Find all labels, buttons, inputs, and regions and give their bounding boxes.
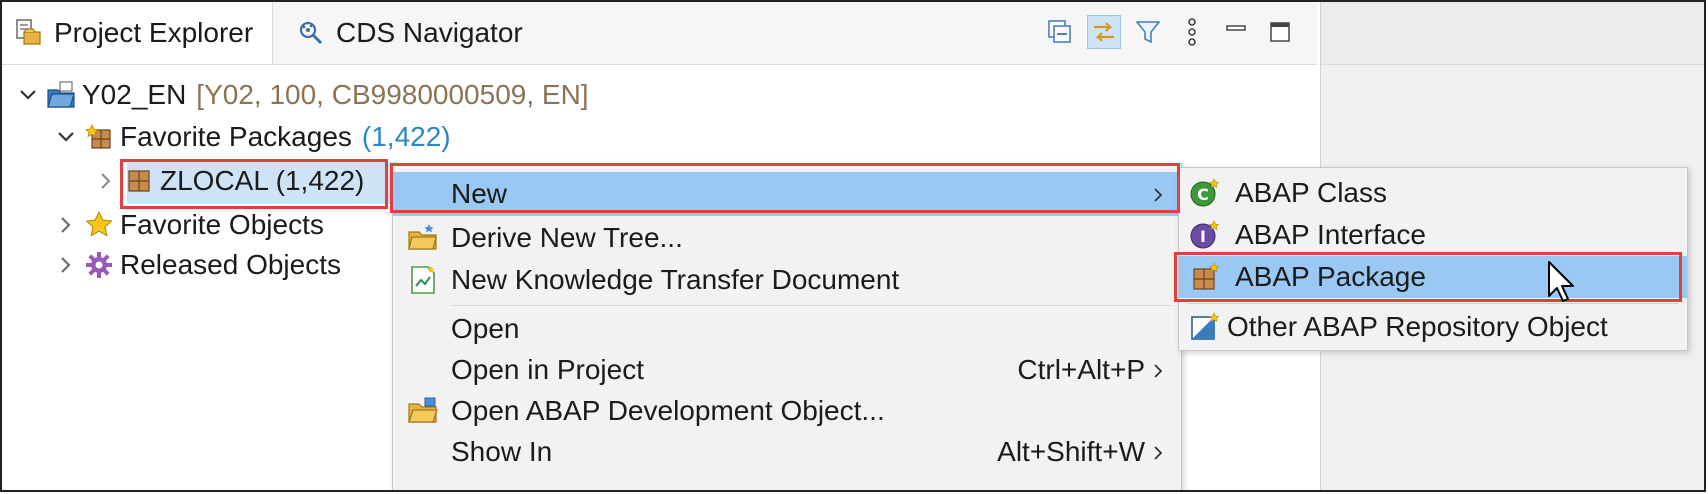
context-menu: New Derive New Tree... New Knowledge Tra… — [392, 163, 1182, 490]
new-submenu: C ABAP Class I ABAP Interface ABAP Packa… — [1178, 167, 1688, 351]
tab-project-explorer[interactable]: Project Explorer — [2, 2, 273, 64]
view-menu-icon[interactable] — [1175, 15, 1209, 49]
tab-label: CDS Navigator — [336, 17, 523, 48]
chevron-right-icon — [1149, 440, 1169, 464]
chevron-right-icon[interactable] — [54, 213, 78, 237]
chevron-right-icon[interactable] — [54, 253, 78, 277]
cds-navigator-icon — [296, 18, 326, 48]
favorite-package-icon — [84, 122, 114, 152]
tree-item-zlocal[interactable]: ZLOCAL (1,422) — [94, 160, 364, 202]
submenu-item-label: Other ABAP Repository Object — [1227, 311, 1608, 342]
submenu-item-abap-package[interactable]: ABAP Package — [1179, 256, 1687, 298]
collapse-all-icon[interactable] — [1043, 15, 1077, 49]
mouse-pointer-icon — [1547, 260, 1577, 304]
abap-project-icon — [46, 80, 76, 110]
chevron-right-icon[interactable] — [94, 169, 118, 193]
tree-item-favorite-packages[interactable]: Favorite Packages (1,422) — [54, 116, 451, 158]
chevron-down-icon[interactable] — [16, 83, 40, 107]
open-object-folder-icon — [407, 395, 439, 427]
derive-tree-icon — [407, 222, 439, 254]
abap-interface-icon: I — [1189, 219, 1221, 251]
submenu-separator — [1187, 303, 1679, 304]
svg-text:C: C — [1197, 185, 1209, 204]
menu-item-label: New Knowledge Transfer Document — [451, 264, 900, 295]
tab-cds-navigator[interactable]: CDS Navigator — [284, 2, 523, 64]
svg-text:I: I — [1200, 227, 1206, 246]
star-icon — [84, 210, 114, 240]
favorite-packages-count: (1,422) — [361, 121, 451, 152]
abap-package-icon — [1189, 261, 1221, 293]
menu-item-new-knowledge-transfer-document[interactable]: New Knowledge Transfer Document — [393, 258, 1181, 302]
favorite-objects-label: Favorite Objects — [120, 209, 324, 240]
editor-area-header — [1321, 2, 1704, 65]
menu-item-label: Open in Project — [451, 354, 644, 385]
menu-separator — [451, 305, 1171, 306]
submenu-item-label: ABAP Class — [1235, 177, 1387, 208]
released-objects-label: Released Objects — [120, 249, 342, 280]
menu-item-open-abap-development-object[interactable]: Open ABAP Development Object... — [393, 389, 1181, 433]
chevron-right-icon — [1149, 358, 1169, 382]
menu-item-show-in[interactable]: Show In Alt+Shift+W — [393, 430, 1181, 474]
menu-item-shortcut: Ctrl+Alt+P — [1017, 354, 1145, 385]
knowledge-transfer-document-icon — [407, 264, 439, 296]
minimize-icon[interactable] — [1219, 15, 1253, 49]
view-tab-bar: Project Explorer CDS Navigator — [2, 2, 1317, 65]
project-name: Y02_EN — [82, 79, 187, 110]
menu-item-new[interactable]: New — [393, 172, 1181, 216]
menu-item-open[interactable]: Open — [393, 307, 1181, 351]
filter-icon[interactable] — [1131, 15, 1165, 49]
maximize-icon[interactable] — [1263, 15, 1297, 49]
menu-item-label: Open ABAP Development Object... — [451, 395, 885, 426]
submenu-item-abap-interface[interactable]: I ABAP Interface — [1179, 214, 1687, 256]
submenu-item-abap-class[interactable]: C ABAP Class — [1179, 172, 1687, 214]
view-toolbar — [1043, 12, 1297, 52]
menu-item-shortcut: Alt+Shift+W — [997, 436, 1145, 467]
link-with-editor-icon[interactable] — [1087, 15, 1121, 49]
chevron-right-icon — [1149, 182, 1169, 206]
menu-item-label: Derive New Tree... — [451, 222, 683, 253]
project-details: [Y02, 100, CB9980000509, EN] — [196, 79, 589, 110]
abap-class-icon: C — [1189, 177, 1221, 209]
chevron-down-icon[interactable] — [54, 125, 78, 149]
tree-item-project[interactable]: Y02_EN [Y02, 100, CB9980000509, EN] — [16, 74, 589, 116]
package-icon — [124, 166, 154, 196]
gear-icon — [84, 250, 114, 280]
ide-window: Project Explorer CDS Navigator Y02_EN [Y… — [0, 0, 1706, 492]
project-explorer-icon — [14, 18, 44, 48]
submenu-item-other-abap-repository-object[interactable]: Other ABAP Repository Object — [1179, 306, 1687, 348]
menu-item-label: Show In — [451, 436, 553, 467]
submenu-item-label: ABAP Package — [1235, 261, 1426, 292]
repository-object-icon — [1189, 311, 1221, 343]
zlocal-label: ZLOCAL (1,422) — [160, 165, 365, 196]
tree-item-released-objects[interactable]: Released Objects — [54, 244, 341, 286]
favorite-packages-label: Favorite Packages — [120, 121, 352, 152]
menu-item-derive-new-tree[interactable]: Derive New Tree... — [393, 216, 1181, 260]
tab-label: Project Explorer — [54, 17, 254, 48]
tree-item-favorite-objects[interactable]: Favorite Objects — [54, 204, 324, 246]
submenu-item-label: ABAP Interface — [1235, 219, 1426, 250]
menu-item-label: New — [451, 178, 508, 209]
menu-item-label: Open — [451, 313, 520, 344]
menu-item-open-in-project[interactable]: Open in Project Ctrl+Alt+P — [393, 348, 1181, 392]
